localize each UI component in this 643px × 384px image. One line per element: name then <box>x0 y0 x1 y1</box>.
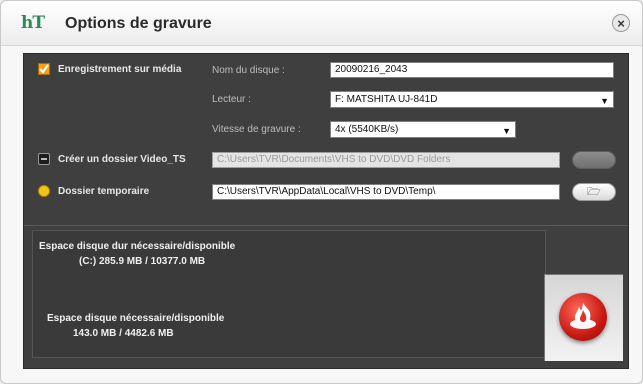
app-logo-icon: hT <box>21 13 45 33</box>
hdd-space-value: (C:) 285.9 MB / 10377.0 MB <box>79 256 206 267</box>
disc-name-input[interactable]: 20090216_2043 <box>330 62 614 78</box>
disc-toggle-icon[interactable] <box>38 153 50 165</box>
temp-folder-browse-button[interactable]: 🗁 <box>572 183 616 201</box>
divider <box>24 225 628 226</box>
folder-open-icon: 🗁 <box>587 186 601 198</box>
burn-speed-label: Vitesse de gravure : <box>212 124 301 135</box>
drive-select-value: F: MATSHITA UJ-841D <box>335 94 438 105</box>
temp-folder-path-input[interactable]: C:\Users\TVR\AppData\Local\VHS to DVD\Te… <box>212 184 560 200</box>
chevron-down-icon: ▼ <box>600 96 609 106</box>
folder-yellow-icon <box>38 185 50 197</box>
media-recording-label: Enregistrement sur média <box>58 64 182 75</box>
disc-name-label: Nom du disque : <box>212 65 285 76</box>
drive-label: Lecteur : <box>212 94 251 105</box>
dialog-title: Options de gravure <box>65 15 212 32</box>
burn-flame-icon <box>570 303 596 329</box>
title-bar[interactable]: hT Options de gravure × <box>1 1 642 46</box>
video-ts-browse-button[interactable] <box>572 151 616 169</box>
drive-select[interactable]: F: MATSHITA UJ-841D ▼ <box>330 91 614 108</box>
burn-button-area <box>544 274 623 361</box>
hdd-space-title: Espace disque dur nécessaire/disponible <box>39 241 236 252</box>
burn-speed-select[interactable]: 4x (5540KB/s) ▼ <box>330 121 516 138</box>
chevron-down-icon: ▼ <box>502 126 511 136</box>
disc-space-value: 143.0 MB / 4482.6 MB <box>73 328 174 339</box>
disk-space-info: Espace disque dur nécessaire/disponible … <box>32 230 546 358</box>
video-ts-label: Créer un dossier Video_TS <box>58 154 186 165</box>
close-button[interactable]: × <box>612 14 630 32</box>
checkbox-checked-icon[interactable] <box>38 63 50 75</box>
disc-space-title: Espace disque nécessaire/disponible <box>47 313 225 324</box>
burn-options-dialog: hT Options de gravure × Enregistrement s… <box>0 0 643 384</box>
temp-folder-label: Dossier temporaire <box>58 186 150 197</box>
video-ts-path-input[interactable]: C:\Users\TVR\Documents\VHS to DVD\DVD Fo… <box>212 152 560 168</box>
burn-speed-value: 4x (5540KB/s) <box>335 124 399 135</box>
options-panel: Enregistrement sur média Nom du disque :… <box>23 53 629 369</box>
burn-button[interactable] <box>559 293 607 341</box>
close-icon: × <box>617 16 625 31</box>
